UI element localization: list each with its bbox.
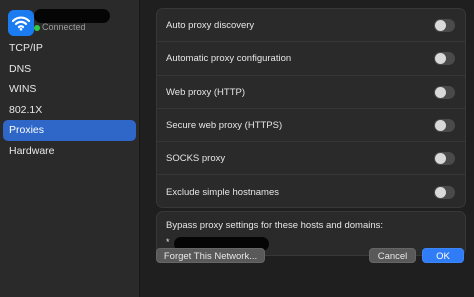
auto-proxy-discovery-toggle[interactable]	[434, 19, 455, 32]
sidebar-item-wins[interactable]: WINS	[3, 79, 136, 100]
sidebar-item-label: TCP/IP	[9, 42, 43, 54]
toggle-knob	[435, 53, 446, 65]
automatic-proxy-configuration-toggle[interactable]	[434, 52, 455, 66]
row-exclude-simple-hostnames: Exclude simple hostnames	[157, 176, 465, 209]
bypass-label: Bypass proxy settings for these hosts an…	[166, 220, 384, 231]
exclude-simple-hostnames-toggle[interactable]	[434, 185, 455, 199]
row-label: SOCKS proxy	[166, 153, 226, 165]
wifi-icon	[8, 10, 34, 36]
row-auto-proxy-discovery: Auto proxy discovery	[157, 9, 465, 43]
sidebar-item-label: Hardware	[9, 144, 55, 157]
row-label: Secure web proxy (HTTPS)	[166, 119, 283, 131]
sidebar-item-proxies[interactable]: Proxies	[3, 120, 136, 141]
toggle-knob	[435, 20, 446, 31]
status-dot	[34, 25, 40, 31]
sidebar-item-label: 802.1X	[9, 103, 43, 116]
row-label: Automatic proxy configuration	[166, 53, 292, 65]
forget-network-button[interactable]: Forget This Network...	[156, 248, 265, 263]
row-socks-proxy: SOCKS proxy	[157, 142, 465, 176]
sidebar-item-label: WINS	[9, 83, 37, 95]
toggle-knob	[435, 186, 446, 198]
toggle-knob	[435, 153, 446, 165]
row-web-proxy-http: Web proxy (HTTP)	[157, 76, 465, 109]
sidebar-item-hardware[interactable]: Hardware	[3, 141, 136, 162]
network-name-redacted	[34, 9, 110, 23]
sidebar-item-label: DNS	[9, 62, 32, 75]
row-label: Auto proxy discovery	[166, 20, 255, 31]
row-automatic-proxy-configuration: Automatic proxy configuration	[157, 42, 465, 76]
socks-proxy-toggle[interactable]	[434, 152, 455, 166]
proxy-options-group: Auto proxy discovery Automatic proxy con…	[156, 8, 466, 208]
secure-web-proxy-https-toggle[interactable]	[434, 118, 455, 132]
sidebar-item-label: Proxies	[9, 124, 45, 136]
toggle-knob	[435, 119, 446, 131]
connection-status: Connected	[42, 22, 86, 32]
web-proxy-http-toggle[interactable]	[434, 85, 455, 99]
sidebar: Connected TCP/IP DNS WINS 802.1X Proxies…	[0, 0, 140, 297]
proxies-panel: Auto proxy discovery Automatic proxy con…	[141, 0, 474, 297]
network-header: Connected	[6, 8, 136, 36]
cancel-button[interactable]: Cancel	[369, 248, 416, 263]
toggle-knob	[435, 86, 446, 98]
sidebar-item-dns[interactable]: DNS	[3, 59, 136, 80]
bypass-value-prefix: *	[166, 237, 170, 247]
ok-button[interactable]: OK	[422, 248, 464, 263]
row-label: Exclude simple hostnames	[166, 186, 279, 198]
sidebar-item-8021x[interactable]: 802.1X	[3, 100, 136, 121]
sidebar-item-tcpip[interactable]: TCP/IP	[3, 38, 136, 59]
row-secure-web-proxy-https: Secure web proxy (HTTPS)	[157, 109, 465, 143]
sidebar-list: TCP/IP DNS WINS 802.1X Proxies Hardware	[3, 38, 136, 161]
row-label: Web proxy (HTTP)	[166, 86, 246, 98]
network-settings-window: Connected TCP/IP DNS WINS 802.1X Proxies…	[0, 0, 474, 297]
